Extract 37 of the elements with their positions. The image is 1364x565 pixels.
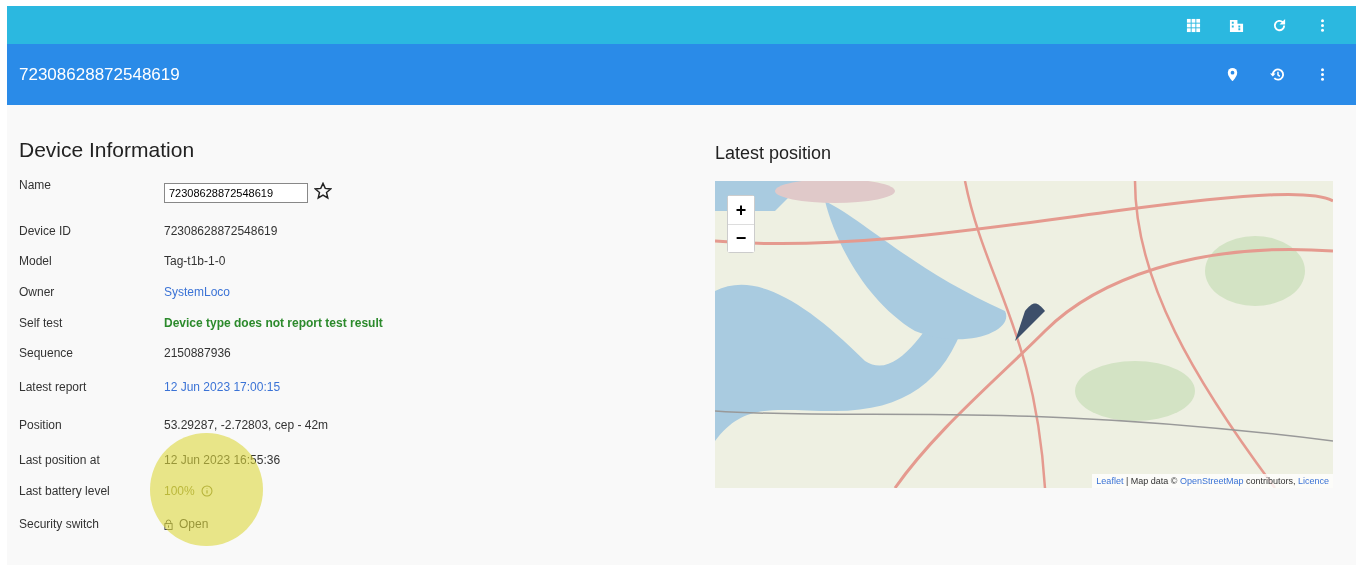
attribution-text: contributors, xyxy=(1244,476,1297,486)
field-label: Sequence xyxy=(19,346,75,360)
zoom-out-button[interactable]: − xyxy=(728,224,754,252)
section-heading: Device Information xyxy=(19,138,196,162)
field-label: Latest report xyxy=(19,380,88,394)
attribution-link[interactable]: Licence xyxy=(1297,476,1329,486)
field-label: Position xyxy=(19,418,63,432)
star-icon[interactable] xyxy=(314,181,332,200)
value-link[interactable]: SystemLoco xyxy=(164,285,231,299)
attribution-link[interactable]: Leaflet xyxy=(1096,476,1124,486)
field-value: Tag-t1b-1-0 xyxy=(164,254,226,268)
field-label: Last position at xyxy=(19,453,101,467)
field-label: Last battery level xyxy=(19,484,111,498)
field-value: 72308628872548619 xyxy=(164,224,278,238)
value-link[interactable]: 12 Jun 2023 17:00:15 xyxy=(164,380,281,394)
field-label: Model xyxy=(19,254,53,268)
apps-grid-icon[interactable] xyxy=(1186,17,1201,33)
field-label: Device ID xyxy=(19,224,72,238)
padlock-icon xyxy=(164,518,173,530)
attribution-link[interactable]: OpenStreetMap xyxy=(1179,476,1244,486)
battery-value: 100% xyxy=(164,484,195,498)
device-title: 72308628872548619 xyxy=(19,64,180,85)
attribution-text: | Map data © xyxy=(1124,476,1179,486)
field-label: Self test xyxy=(19,316,64,330)
field-label: Owner xyxy=(19,285,56,299)
refresh-icon[interactable] xyxy=(1272,17,1287,33)
status-text: Device type does not report test result xyxy=(164,316,383,330)
building-icon[interactable] xyxy=(1229,17,1244,33)
field-label: Name xyxy=(19,178,52,192)
section-heading: Latest position xyxy=(715,143,833,164)
info-icon[interactable] xyxy=(200,485,213,497)
field-label: Security switch xyxy=(19,517,101,531)
field-value: 2150887936 xyxy=(164,346,231,360)
location-pin-icon[interactable] xyxy=(1225,67,1240,82)
name-field[interactable]: 72308628872548619 xyxy=(164,183,308,203)
history-icon[interactable] xyxy=(1270,67,1285,82)
field-value: 53.29287, -2.72803, cep - 42m xyxy=(164,418,329,432)
